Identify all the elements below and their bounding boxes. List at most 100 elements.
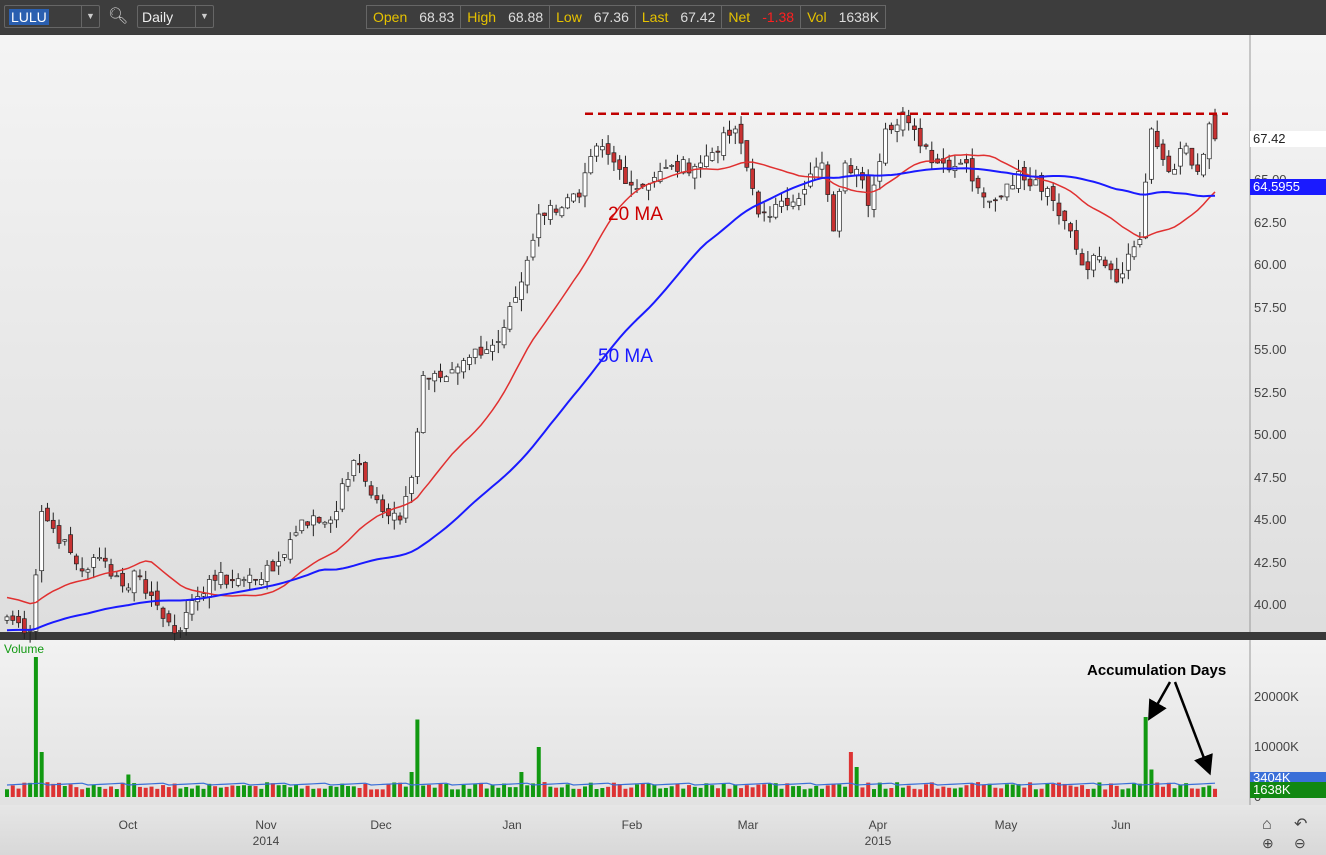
volume-bar (536, 747, 541, 797)
ma50-annotation: 50 MA (598, 346, 653, 367)
volume-bar (1039, 788, 1044, 797)
volume-bar (103, 788, 108, 797)
volume-bar (357, 787, 362, 797)
volume-bar (1091, 788, 1096, 797)
volume-bar (328, 786, 333, 797)
volume-bar (51, 783, 56, 797)
volume-bar (1149, 769, 1154, 797)
candle (108, 558, 114, 580)
candle (813, 157, 819, 180)
ma20-annotation: 20 MA (608, 204, 663, 225)
candle (461, 357, 466, 379)
month-label: Apr (868, 818, 888, 832)
volume-bar (1068, 785, 1073, 797)
volume-bar (1213, 788, 1218, 797)
volume-bar (860, 787, 865, 797)
volume-bar (941, 786, 946, 797)
candle (964, 153, 969, 173)
candle (368, 481, 374, 499)
candle (91, 553, 97, 579)
volume-bar (484, 788, 489, 797)
candle (120, 567, 125, 593)
volume-bar (1051, 783, 1056, 797)
candle (519, 272, 524, 312)
volume-bar (398, 782, 403, 797)
volume-bar (62, 785, 67, 797)
candle (316, 516, 322, 524)
price-tick: 60.00 (1254, 257, 1287, 272)
volume-bar (1120, 789, 1125, 797)
volume-bar (5, 789, 9, 797)
candle (1166, 150, 1172, 174)
volume-bar (1080, 785, 1085, 797)
candle (611, 145, 617, 172)
zoom-in-icon[interactable]: ⊕ (1262, 835, 1274, 852)
candle (935, 153, 940, 164)
candle (1206, 121, 1212, 169)
candle (16, 610, 21, 628)
candle (599, 138, 605, 158)
candle (888, 122, 894, 134)
candle (987, 200, 992, 209)
candle (218, 561, 224, 589)
volume-bar (259, 788, 264, 797)
candle (253, 578, 258, 586)
candle (438, 363, 443, 383)
volume-bar (525, 785, 530, 797)
accumulation-annotation: Accumulation Days (1087, 662, 1227, 679)
volume-bar (33, 657, 38, 797)
last-volume-tag: 1638K (1250, 782, 1326, 798)
candle (536, 204, 542, 247)
volume-bar (455, 789, 460, 797)
volume-bar (819, 788, 824, 797)
ma50-price-tag: 64.5955 (1250, 178, 1326, 195)
volume-bar (727, 788, 732, 797)
volume-bar (652, 784, 657, 797)
zoom-out-icon[interactable]: ⊖ (1294, 835, 1306, 852)
volume-bar (189, 788, 194, 797)
volume-bar (415, 719, 420, 797)
volume-bar (363, 783, 368, 797)
volume-bar (467, 788, 472, 797)
volume-bar (403, 786, 408, 797)
candle (420, 370, 426, 434)
undo-icon[interactable]: ↶ (1294, 814, 1307, 834)
candle (74, 553, 79, 571)
price-tick: 50.00 (1254, 427, 1287, 442)
candle (1160, 139, 1166, 166)
volume-bar (877, 782, 882, 797)
volume-bar (935, 788, 940, 797)
candle (883, 122, 888, 166)
candle (571, 193, 576, 203)
candle (386, 503, 391, 525)
volume-bar (889, 788, 894, 797)
candle (594, 143, 599, 162)
candle (576, 189, 582, 204)
price-tick: 42.50 (1254, 554, 1287, 570)
volume-bar (294, 784, 298, 797)
volume-bar (22, 782, 27, 797)
volume-tick: 10000K (1254, 739, 1299, 754)
candle (605, 135, 611, 165)
volume-bar (155, 788, 160, 797)
candle (565, 193, 571, 210)
candle (68, 526, 73, 555)
candle (490, 339, 495, 361)
candle (21, 610, 27, 639)
volume-bar (444, 783, 449, 797)
candle (287, 532, 293, 564)
volume-bar (606, 786, 611, 797)
volume-bar (380, 789, 385, 797)
volume-bar (149, 786, 154, 797)
home-icon[interactable]: ⌂ (1262, 816, 1272, 834)
volume-bar (114, 789, 119, 797)
candle (628, 170, 634, 197)
volume-bar (386, 783, 391, 797)
volume-bar (663, 787, 668, 797)
volume-bar (311, 788, 316, 797)
volume-bar (715, 788, 720, 797)
volume-bar (1085, 788, 1090, 797)
candle (836, 188, 842, 238)
arrow-icon (1173, 681, 1213, 776)
volume-bar (999, 788, 1004, 797)
